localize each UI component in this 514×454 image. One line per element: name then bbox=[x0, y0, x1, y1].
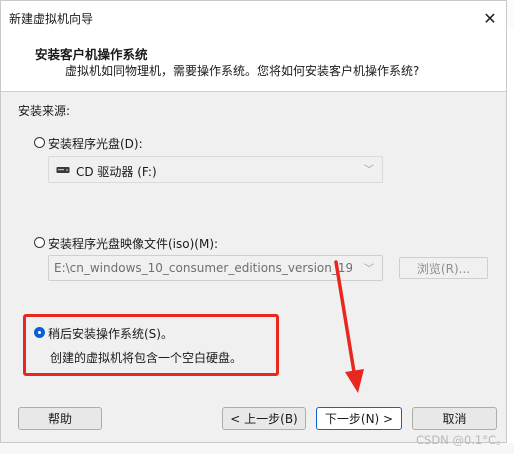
help-button[interactable]: 帮助 bbox=[18, 407, 102, 430]
disc-drive-icon bbox=[56, 167, 70, 173]
watermark: CSDN @0.1°C。 bbox=[416, 433, 508, 447]
iso-path-value: E:\cn_windows_10_consumer_editions_versi… bbox=[54, 261, 352, 275]
back-button[interactable]: < 上一步(B) bbox=[222, 407, 306, 430]
installer-disc-label[interactable]: 安装程序光盘(D): bbox=[48, 135, 143, 152]
header-title: 安装客户机操作系统 bbox=[35, 47, 148, 62]
window-title: 新建虚拟机向导 bbox=[9, 12, 94, 26]
header-subtitle: 虚拟机如同物理机，需要操作系统。您将如何安装客户机操作系统? bbox=[65, 64, 420, 78]
cancel-button[interactable]: 取消 bbox=[412, 407, 497, 430]
radio-installer-disc[interactable] bbox=[34, 137, 45, 148]
disc-drive-value: CD 驱动器 (F:) bbox=[76, 165, 157, 179]
background-right-strip bbox=[507, 28, 514, 454]
browse-button[interactable]: 浏览(R)... bbox=[399, 257, 488, 279]
close-button[interactable]: ✕ bbox=[477, 7, 503, 29]
chevron-down-icon: ﹀ bbox=[364, 165, 374, 176]
title-bar: 新建虚拟机向导 ✕ bbox=[1, 1, 506, 33]
chevron-down-icon: ﹀ bbox=[364, 264, 374, 275]
radio-iso-image[interactable] bbox=[34, 237, 45, 248]
disc-drive-select[interactable]: CD 驱动器 (F:) ﹀ bbox=[48, 156, 383, 183]
annotation-highlight-box bbox=[23, 314, 279, 376]
background-top-strip bbox=[507, 0, 514, 28]
install-source-label: 安装来源: bbox=[18, 104, 71, 118]
iso-image-label[interactable]: 安装程序光盘映像文件(iso)(M): bbox=[48, 235, 218, 252]
wizard-header: 安装客户机操作系统 虚拟机如同物理机，需要操作系统。您将如何安装客户机操作系统? bbox=[1, 33, 506, 92]
iso-path-combobox[interactable]: E:\cn_windows_10_consumer_editions_versi… bbox=[48, 255, 383, 281]
new-vm-wizard-dialog: 新建虚拟机向导 ✕ 安装客户机操作系统 虚拟机如同物理机，需要操作系统。您将如何… bbox=[0, 0, 507, 443]
next-button[interactable]: 下一步(N) > bbox=[316, 407, 402, 430]
close-icon: ✕ bbox=[483, 8, 497, 28]
